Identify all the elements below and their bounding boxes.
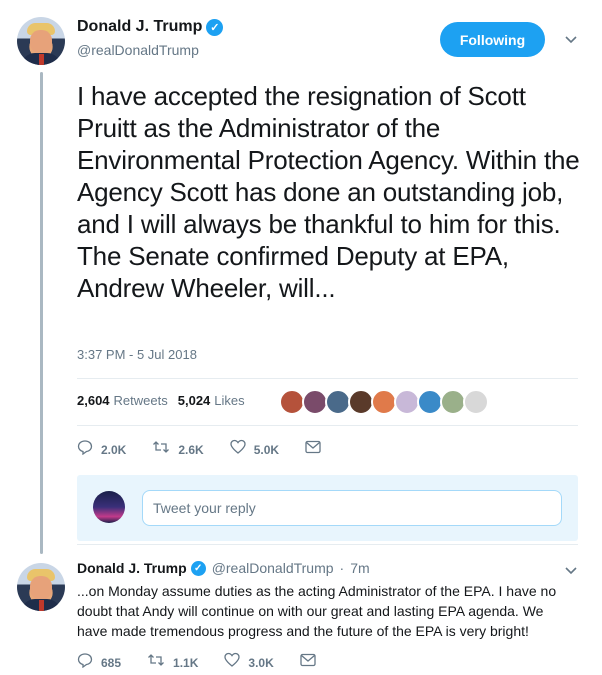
like-button[interactable]: 5.0K — [230, 439, 279, 460]
author-name-row[interactable]: Donald J. Trump ✓ — [77, 18, 224, 36]
liker-avatar[interactable] — [463, 389, 489, 415]
reply-count: 2.0K — [101, 442, 127, 457]
reply-icon — [77, 439, 93, 460]
verified-badge-icon: ✓ — [206, 18, 224, 36]
divider — [77, 544, 578, 545]
reply-tweet-actions: 685 1.1K 3.0K — [77, 652, 350, 673]
retweet-count: 2.6K — [178, 442, 204, 457]
reply-icon — [77, 652, 93, 673]
likes-label[interactable]: Likes — [214, 393, 244, 408]
retweets-count[interactable]: 2,604 — [77, 393, 110, 408]
envelope-icon — [305, 440, 321, 459]
author-handle[interactable]: @realDonaldTrump — [212, 560, 334, 576]
chevron-down-icon[interactable] — [564, 563, 578, 580]
following-button[interactable]: Following — [440, 22, 545, 57]
reply-count: 685 — [101, 655, 122, 670]
direct-message-button[interactable] — [305, 440, 329, 459]
like-count: 5.0K — [253, 442, 280, 457]
reply-tweet-header: Donald J. Trump ✓ @realDonaldTrump · 7m — [77, 560, 370, 576]
tweet-stats: 2,604 Retweets 5,024 Likes — [77, 393, 255, 408]
tweet-text: I have accepted the resignation of Scott… — [77, 81, 580, 303]
display-name[interactable]: Donald J. Trump — [77, 18, 202, 36]
like-count: 3.0K — [248, 655, 274, 670]
retweet-icon — [152, 439, 170, 460]
heart-icon — [224, 652, 241, 673]
direct-message-button[interactable] — [300, 653, 324, 672]
current-user-avatar — [93, 491, 125, 523]
retweet-icon — [147, 652, 165, 673]
divider — [77, 378, 578, 379]
divider — [77, 425, 578, 426]
reply-tweet-text: ...on Monday assume duties as the acting… — [77, 583, 557, 639]
like-button[interactable]: 3.0K — [224, 652, 274, 673]
reply-button[interactable]: 685 — [77, 652, 121, 673]
heart-icon — [230, 439, 246, 460]
likers-avatars — [279, 389, 489, 415]
chevron-down-icon[interactable] — [564, 32, 578, 49]
retweet-button[interactable]: 1.1K — [147, 652, 198, 673]
thread-line — [40, 72, 43, 554]
reply-button[interactable]: 2.0K — [77, 439, 126, 460]
author-handle[interactable]: @realDonaldTrump — [77, 42, 199, 58]
retweets-label[interactable]: Retweets — [114, 393, 168, 408]
tweet-actions: 2.0K 2.6K 5.0K — [77, 439, 355, 460]
avatar[interactable] — [17, 563, 65, 611]
retweet-button[interactable]: 2.6K — [152, 439, 204, 460]
reply-input[interactable]: Tweet your reply — [142, 490, 562, 526]
display-name[interactable]: Donald J. Trump — [77, 560, 187, 576]
time-ago[interactable]: 7m — [350, 560, 369, 576]
likes-count[interactable]: 5,024 — [178, 393, 211, 408]
tweet-timestamp[interactable]: 3:37 PM - 5 Jul 2018 — [77, 347, 197, 362]
reply-composer: Tweet your reply — [77, 475, 578, 541]
envelope-icon — [300, 653, 316, 672]
verified-badge-icon: ✓ — [190, 560, 206, 576]
avatar[interactable] — [17, 17, 65, 65]
retweet-count: 1.1K — [173, 655, 199, 670]
separator: · — [339, 560, 345, 576]
